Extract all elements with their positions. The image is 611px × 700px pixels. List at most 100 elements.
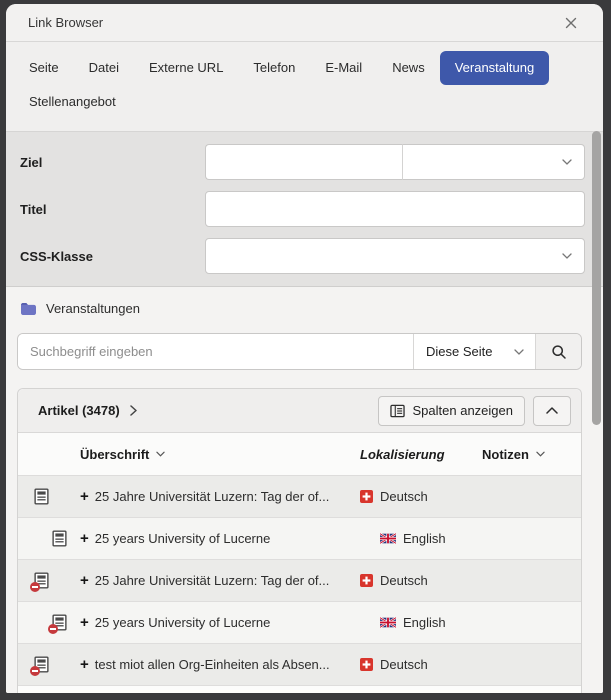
record-title: 25 years University of Lucerne bbox=[95, 531, 271, 546]
record-link[interactable]: + test miot allen Org-Einheiten als Abse… bbox=[80, 657, 360, 672]
news-record-hidden-icon bbox=[52, 614, 67, 631]
uk-flag-icon bbox=[380, 533, 396, 544]
collapse-panel-button[interactable] bbox=[533, 396, 571, 426]
news-record-hidden-icon bbox=[34, 656, 49, 673]
search-button[interactable] bbox=[535, 334, 581, 369]
tab-stellenangebot[interactable]: Stellenangebot bbox=[14, 85, 131, 119]
ziel-control-group bbox=[205, 144, 585, 180]
chevron-right-icon bbox=[130, 405, 137, 416]
tab-email[interactable]: E-Mail bbox=[310, 51, 377, 85]
chevron-down-icon bbox=[514, 349, 524, 355]
table-row: + 25 Jahre Universität Luzern: Tag der o… bbox=[18, 560, 581, 602]
ziel-label: Ziel bbox=[20, 155, 205, 170]
record-title: 25 Jahre Universität Luzern: Tag der of.… bbox=[95, 489, 330, 504]
modal-title: Link Browser bbox=[28, 15, 103, 30]
news-record-icon bbox=[52, 530, 67, 547]
show-columns-button[interactable]: Spalten anzeigen bbox=[378, 396, 525, 426]
table-row: + 25 Jahre Universität Luzern: Tag der o… bbox=[18, 476, 581, 518]
ziel-select[interactable] bbox=[402, 144, 585, 180]
swiss-flag-icon bbox=[360, 490, 373, 503]
record-localization: English bbox=[360, 615, 482, 630]
search-scope-select[interactable]: Diese Seite bbox=[413, 334, 535, 369]
tab-telefon[interactable]: Telefon bbox=[238, 51, 310, 85]
close-icon bbox=[565, 17, 577, 29]
record-language: Deutsch bbox=[380, 489, 428, 504]
column-header-lokalisierung: Lokalisierung bbox=[360, 447, 482, 462]
form-row-ziel: Ziel bbox=[20, 144, 585, 180]
column-header-ueberschrift[interactable]: Überschrift bbox=[80, 447, 360, 462]
record-localization: Deutsch bbox=[360, 489, 482, 504]
search-icon bbox=[551, 344, 567, 360]
chevron-down-icon bbox=[562, 253, 572, 259]
tab-veranstaltung[interactable]: Veranstaltung bbox=[440, 51, 550, 85]
tab-news[interactable]: News bbox=[377, 51, 440, 85]
search-bar: Diese Seite bbox=[17, 333, 582, 370]
column-header-label: Lokalisierung bbox=[360, 447, 445, 462]
results-panel-title-toggle[interactable]: Artikel (3478) bbox=[38, 403, 137, 418]
chevron-down-icon bbox=[562, 159, 572, 165]
hidden-minus-badge-icon bbox=[48, 624, 58, 634]
table-header-row: Überschrift Lokalisierung Notizen bbox=[18, 433, 581, 476]
sort-chevron-icon bbox=[156, 451, 165, 457]
form-row-css-klasse: CSS-Klasse bbox=[20, 238, 585, 274]
record-link[interactable]: + 25 years University of Lucerne bbox=[80, 615, 360, 630]
add-link-icon: + bbox=[80, 489, 89, 504]
record-title: test miot allen Org-Einheiten als Absen.… bbox=[95, 657, 330, 672]
titel-label: Titel bbox=[20, 202, 205, 217]
panel-actions: Spalten anzeigen bbox=[378, 396, 571, 426]
ziel-input[interactable] bbox=[205, 144, 402, 180]
screen-background: Link Browser Seite Datei Externe URL Tel… bbox=[0, 0, 611, 700]
record-link[interactable]: + 25 years University of Lucerne bbox=[80, 531, 360, 546]
column-header-label: Notizen bbox=[482, 447, 529, 462]
record-localization: English bbox=[360, 531, 482, 546]
swiss-flag-icon bbox=[360, 658, 373, 671]
record-browser-section: Veranstaltungen Diese Seite bbox=[6, 287, 603, 693]
table-row: + test miot allen Org-Einheiten als Abse… bbox=[18, 644, 581, 686]
record-language: English bbox=[403, 531, 446, 546]
link-browser-modal: Link Browser Seite Datei Externe URL Tel… bbox=[6, 4, 603, 693]
css-klasse-select[interactable] bbox=[205, 238, 585, 274]
table-columns-icon bbox=[390, 404, 405, 418]
add-link-icon: + bbox=[80, 573, 89, 588]
tab-datei[interactable]: Datei bbox=[74, 51, 134, 85]
record-language: Deutsch bbox=[380, 573, 428, 588]
titel-input[interactable] bbox=[205, 191, 585, 227]
close-button[interactable] bbox=[561, 13, 581, 33]
table-row: + 25 years University of Lucerne bbox=[18, 602, 581, 644]
record-title: 25 Jahre Universität Luzern: Tag der of.… bbox=[95, 573, 330, 588]
tab-bar: Seite Datei Externe URL Telefon E-Mail N… bbox=[6, 42, 603, 132]
record-link[interactable]: + 25 Jahre Universität Luzern: Tag der o… bbox=[80, 573, 360, 588]
table-row-cutoff bbox=[18, 686, 581, 693]
search-input[interactable] bbox=[18, 334, 413, 369]
hidden-minus-badge-icon bbox=[30, 666, 40, 676]
tab-externe-url[interactable]: Externe URL bbox=[134, 51, 238, 85]
swiss-flag-icon bbox=[360, 574, 373, 587]
record-localization: Deutsch bbox=[360, 657, 482, 672]
results-panel-header: Artikel (3478) bbox=[18, 389, 581, 433]
add-link-icon: + bbox=[80, 615, 89, 630]
add-link-icon: + bbox=[80, 657, 89, 672]
results-panel-title: Artikel (3478) bbox=[38, 403, 120, 418]
record-title: 25 years University of Lucerne bbox=[95, 615, 271, 630]
tab-seite[interactable]: Seite bbox=[14, 51, 74, 85]
results-panel: Artikel (3478) bbox=[17, 388, 582, 693]
uk-flag-icon bbox=[380, 617, 396, 628]
news-record-icon bbox=[34, 488, 49, 505]
modal-header: Link Browser bbox=[6, 4, 603, 42]
column-header-notizen[interactable]: Notizen bbox=[482, 447, 581, 462]
record-localization: Deutsch bbox=[360, 573, 482, 588]
hidden-minus-badge-icon bbox=[30, 582, 40, 592]
scrollbar-thumb[interactable] bbox=[592, 131, 601, 425]
column-header-label: Überschrift bbox=[80, 447, 149, 462]
folder-node-veranstaltungen[interactable]: Veranstaltungen bbox=[20, 301, 582, 316]
record-link[interactable]: + 25 Jahre Universität Luzern: Tag der o… bbox=[80, 489, 360, 504]
add-link-icon: + bbox=[80, 531, 89, 546]
folder-label: Veranstaltungen bbox=[46, 301, 140, 316]
folder-icon bbox=[20, 302, 37, 316]
form-row-titel: Titel bbox=[20, 191, 585, 227]
show-columns-label: Spalten anzeigen bbox=[413, 403, 513, 418]
search-scope-value: Diese Seite bbox=[426, 344, 492, 359]
chevron-up-icon bbox=[546, 407, 558, 414]
sort-chevron-icon bbox=[536, 451, 545, 457]
table-row: + 25 years University of Lucerne bbox=[18, 518, 581, 560]
